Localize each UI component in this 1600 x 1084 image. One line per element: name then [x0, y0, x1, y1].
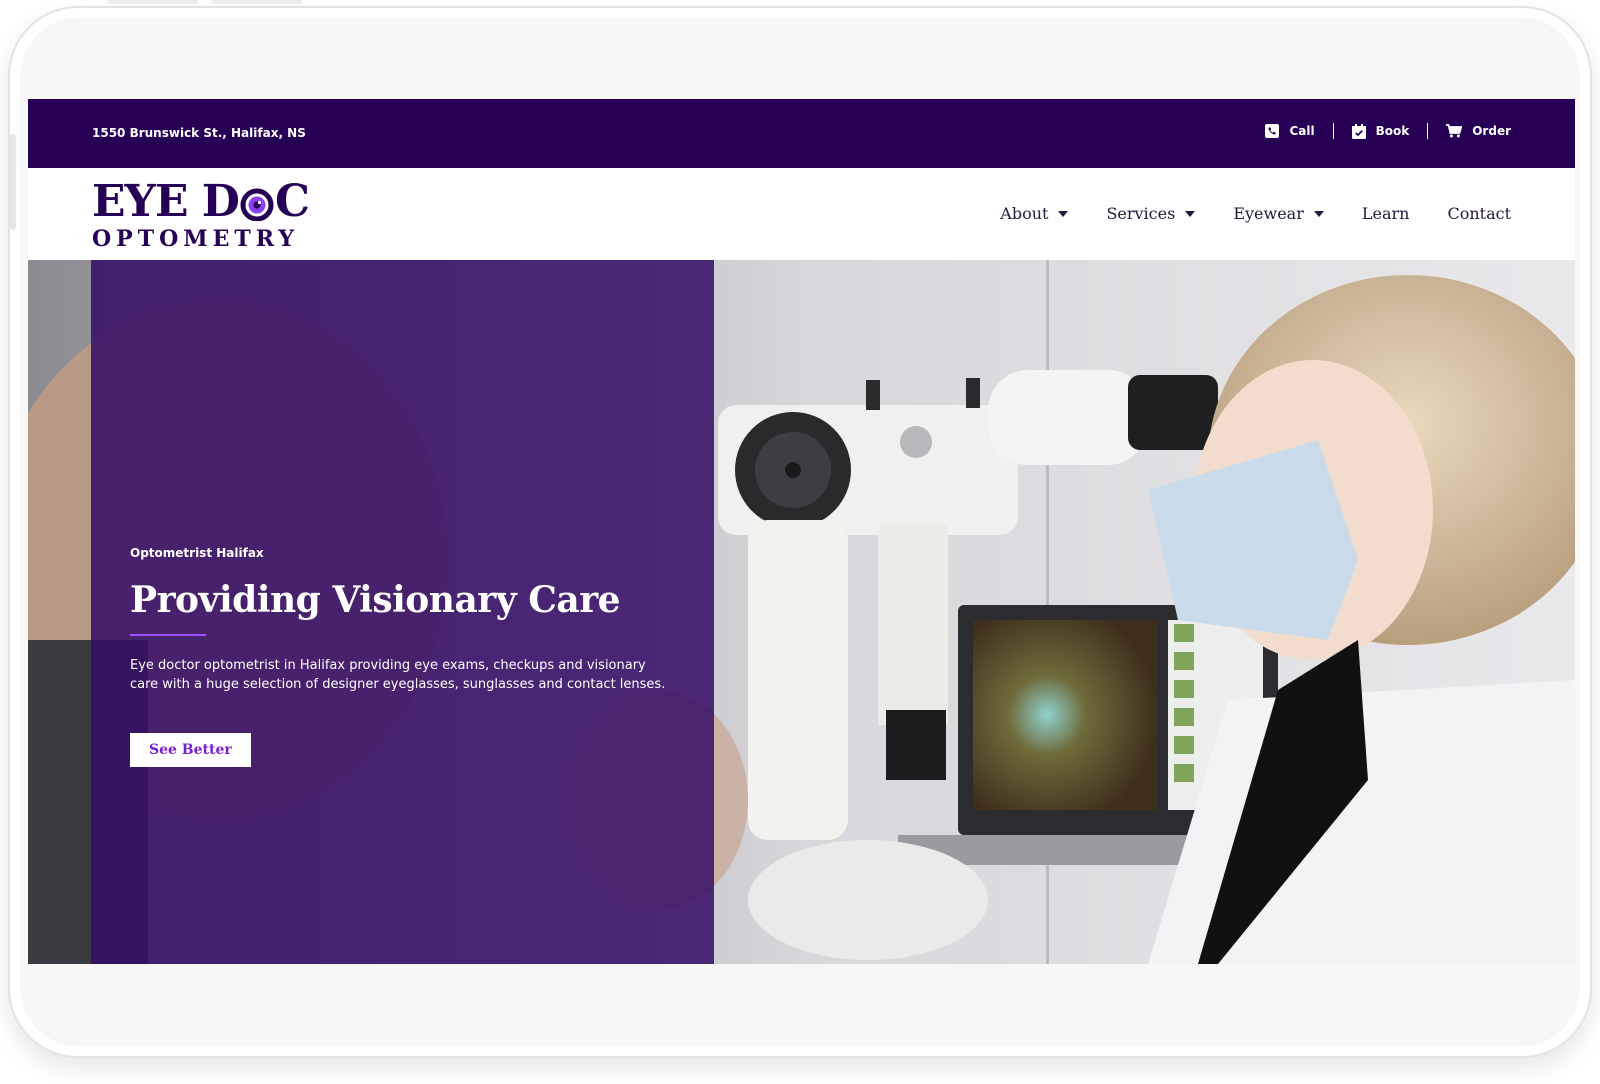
book-label: Book	[1375, 124, 1410, 138]
hero-content: Optometrist Halifax Providing Visionary …	[130, 546, 690, 767]
site-logo[interactable]: EYE D C OPTOMETRY	[92, 176, 310, 253]
see-better-button[interactable]: See Better	[130, 733, 251, 767]
nav-item-contact[interactable]: Contact	[1447, 204, 1511, 223]
logo-wordmark: EYE D C	[92, 176, 310, 227]
caret-down-icon	[1058, 210, 1069, 217]
cart-icon	[1446, 124, 1463, 138]
order-link[interactable]: Order	[1446, 124, 1511, 138]
nav-item-learn[interactable]: Learn	[1362, 204, 1410, 223]
nav-item-services[interactable]: Services	[1106, 204, 1196, 223]
device-top-button	[212, 0, 302, 4]
headline-underline	[130, 634, 206, 636]
hero-eyebrow: Optometrist Halifax	[130, 546, 264, 560]
order-label: Order	[1472, 124, 1511, 138]
call-label: Call	[1289, 124, 1315, 138]
phone-icon	[1265, 124, 1280, 138]
divider	[1332, 123, 1334, 139]
logo-subtitle: OPTOMETRY	[92, 226, 300, 252]
book-link[interactable]: Book	[1351, 123, 1410, 139]
address-text: 1550 Brunswick St., Halifax, NS	[92, 126, 306, 140]
website-screen: 1550 Brunswick St., Halifax, NS Call Boo…	[28, 99, 1575, 964]
call-link[interactable]: Call	[1265, 124, 1315, 138]
main-nav: About Services Eyewear Learn Contact	[1000, 204, 1511, 223]
top-utility-bar: 1550 Brunswick St., Halifax, NS Call Boo…	[28, 99, 1575, 168]
device-side-button	[10, 134, 16, 230]
caret-down-icon	[1185, 210, 1196, 217]
caret-down-icon	[1313, 210, 1324, 217]
site-header: EYE D C OPTOMETRY About Services Eyewear…	[28, 168, 1575, 260]
nav-item-about[interactable]: About	[1000, 204, 1069, 223]
eye-logo-icon	[240, 185, 274, 222]
divider	[1427, 123, 1429, 139]
nav-item-eyewear[interactable]: Eyewear	[1233, 204, 1324, 223]
hero-description: Eye doctor optometrist in Halifax provid…	[130, 658, 666, 692]
calendar-check-icon	[1351, 123, 1366, 139]
quick-actions: Call Book Order	[1265, 123, 1511, 139]
device-top-button	[108, 0, 198, 4]
hero-headline: Providing Visionary Care	[130, 579, 621, 621]
hero-section: Optometrist Halifax Providing Visionary …	[28, 260, 1575, 964]
